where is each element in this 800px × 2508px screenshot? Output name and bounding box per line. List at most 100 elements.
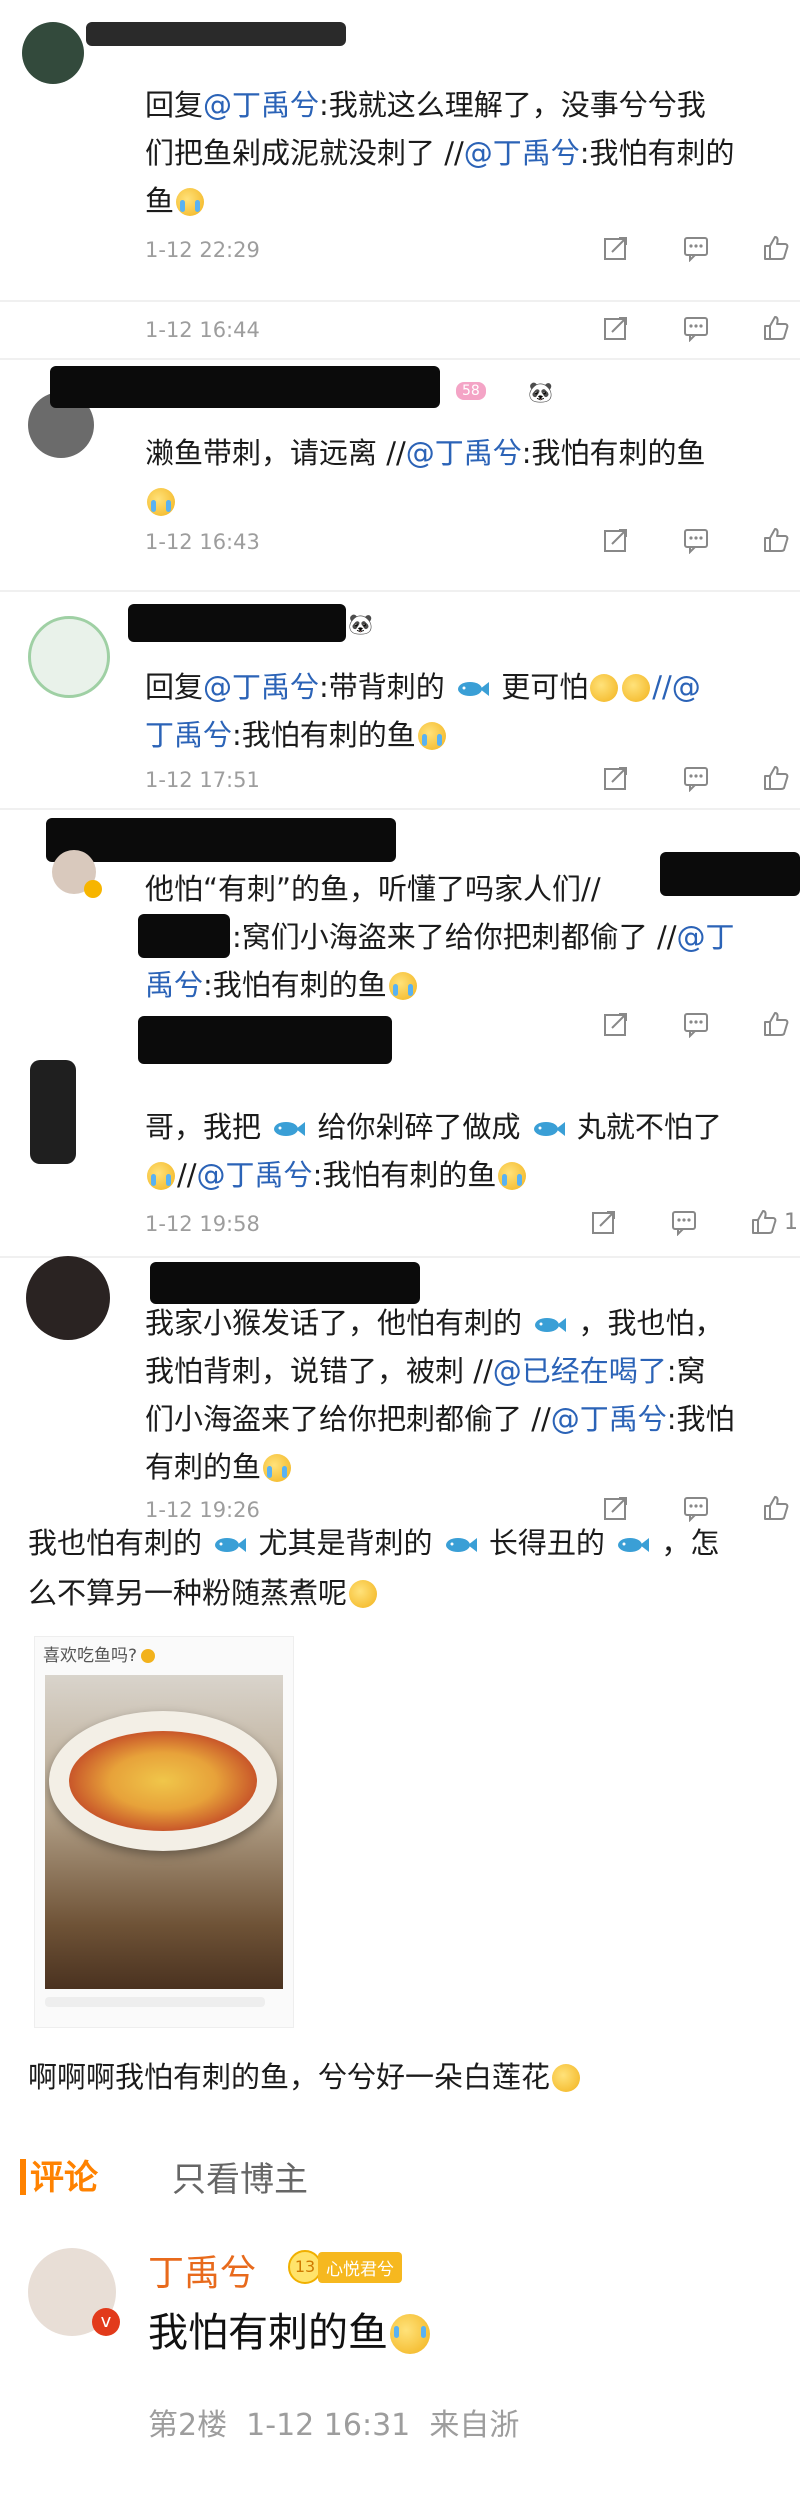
sad-emoji-icon [622, 674, 651, 702]
comment-time: 1-12 19:58 [145, 1212, 260, 1236]
redacted-username [660, 852, 800, 896]
comment-text-line: 有刺的鱼 [145, 1444, 293, 1490]
level-badge: 58 [456, 382, 486, 400]
mention-link[interactable]: 禹兮 [145, 968, 203, 1002]
comment-text-line: 禹兮:我怕有刺的鱼 [145, 962, 419, 1008]
comment-actions [602, 314, 790, 342]
mention-link[interactable]: 丁禹兮 [145, 718, 232, 752]
level-badge: 13 心悦君兮 [288, 2250, 402, 2284]
crying-emoji-icon [263, 1454, 292, 1482]
share-icon[interactable] [602, 314, 630, 342]
share-icon[interactable] [602, 234, 630, 262]
comment-actions [602, 1010, 790, 1038]
like-icon[interactable] [762, 1010, 790, 1038]
verified-icon: v [92, 2308, 120, 2336]
avatar[interactable] [26, 1256, 110, 1340]
comment-text-line: 回复@丁禹兮:带背刺的 更可怕//@ [145, 670, 701, 704]
comment-actions [602, 1494, 790, 1522]
fish-icon [535, 1318, 567, 1332]
comment-text-line: 他怕“有刺”的鱼，听懂了吗家人们// [145, 872, 601, 906]
mention-link[interactable]: @丁禹兮 [197, 1158, 313, 1192]
share-icon[interactable] [590, 1208, 618, 1236]
divider [0, 808, 800, 810]
tab-comments[interactable]: 评论 [20, 2150, 98, 2199]
redacted-username [128, 604, 346, 642]
panda-icon: 🐼 [348, 612, 373, 636]
comment-actions: 1 [590, 1208, 798, 1236]
mention-link[interactable]: @丁禹兮 [464, 136, 580, 170]
redacted-username [138, 914, 230, 958]
like-icon[interactable] [762, 526, 790, 554]
fish-icon [274, 1122, 306, 1136]
author-name[interactable]: 丁禹兮 [148, 2244, 256, 2296]
like-count: 1 [784, 1209, 798, 1235]
post-text-line: 我也怕有刺的 尤其是背刺的 长得丑的 ，怎 [28, 1526, 720, 1560]
comment-time: 1-12 16:43 [145, 530, 260, 554]
redacted-username [138, 1016, 392, 1064]
crying-emoji-icon [388, 972, 417, 1000]
mention-link[interactable]: @丁禹兮 [406, 436, 522, 470]
verified-icon [84, 880, 102, 898]
divider [0, 1256, 800, 1258]
like-icon[interactable] [750, 1208, 778, 1236]
fish-icon [458, 682, 490, 696]
avatar[interactable] [28, 616, 110, 698]
mention-link[interactable]: @丁禹兮 [551, 1402, 667, 1436]
comment-actions [602, 526, 790, 554]
redacted-username [50, 366, 440, 408]
comment-time: 1-12 22:29 [145, 238, 260, 262]
divider [0, 590, 800, 592]
crying-emoji-icon [390, 2314, 430, 2354]
comment-time: 1-12 17:51 [145, 768, 260, 792]
avatar[interactable] [22, 22, 84, 84]
redacted-username [86, 22, 346, 46]
divider [0, 300, 800, 302]
share-icon[interactable] [602, 526, 630, 554]
fish-icon [618, 1538, 650, 1552]
comment-text-line: :窝们小海盗来了给你把刺都偷了 //@丁 [232, 920, 735, 954]
crying-emoji-icon [417, 722, 446, 750]
crying-emoji-icon [147, 488, 175, 516]
divider [0, 358, 800, 360]
share-icon[interactable] [602, 1494, 630, 1522]
comment-icon[interactable] [682, 526, 710, 554]
image-card[interactable]: 喜欢吃鱼吗? [34, 1636, 294, 2028]
food-photo[interactable] [45, 1675, 283, 1989]
fish-icon [215, 1538, 247, 1552]
avatar[interactable] [30, 1060, 76, 1164]
share-icon[interactable] [602, 764, 630, 792]
share-icon[interactable] [602, 1010, 630, 1038]
comment-icon[interactable] [682, 764, 710, 792]
like-icon[interactable] [762, 1494, 790, 1522]
crying-emoji-icon [498, 1162, 527, 1190]
panda-icon: 🐼 [528, 380, 553, 404]
like-icon[interactable] [762, 234, 790, 262]
comment-icon[interactable] [682, 314, 710, 342]
fish-icon [533, 1122, 565, 1136]
tab-only-author[interactable]: 只看博主 [172, 2152, 308, 2201]
smirk-emoji-icon [552, 2064, 581, 2092]
comment-actions [602, 234, 790, 262]
comment-text-line: 们小海盗来了给你把刺都偷了 //@丁禹兮:我怕 [145, 1402, 735, 1436]
comment-text-line: //@丁禹兮:我怕有刺的鱼 [145, 1152, 528, 1198]
comment-text-line: 丁禹兮:我怕有刺的鱼 [145, 712, 448, 758]
comment-text-line: 回复@丁禹兮:我就这么理解了，没事兮兮我 [145, 88, 706, 122]
comment-icon[interactable] [682, 1010, 710, 1038]
mention-link[interactable]: @丁禹兮 [203, 88, 319, 122]
comment-text-line: 我家小猴发话了，他怕有刺的 ，我也怕， [145, 1306, 724, 1340]
crying-emoji-icon [176, 188, 205, 216]
comment-icon[interactable] [682, 1494, 710, 1522]
reply-meta: 第2楼 1-12 16:31 来自浙 [148, 2408, 520, 2443]
redacted-username [150, 1262, 420, 1304]
sad-emoji-icon [590, 674, 619, 702]
mention-link[interactable]: @丁禹兮 [203, 670, 319, 704]
image-caption: 喜欢吃鱼吗? [43, 1641, 156, 1666]
like-icon[interactable] [762, 764, 790, 792]
mention-link[interactable]: @已经在喝了 [493, 1354, 667, 1388]
like-icon[interactable] [762, 314, 790, 342]
comment-icon[interactable] [682, 234, 710, 262]
comment-icon[interactable] [670, 1208, 698, 1236]
comment-text-line [145, 478, 177, 524]
mention-link[interactable]: @丁 [677, 920, 735, 954]
surprised-emoji-icon [349, 1580, 378, 1608]
